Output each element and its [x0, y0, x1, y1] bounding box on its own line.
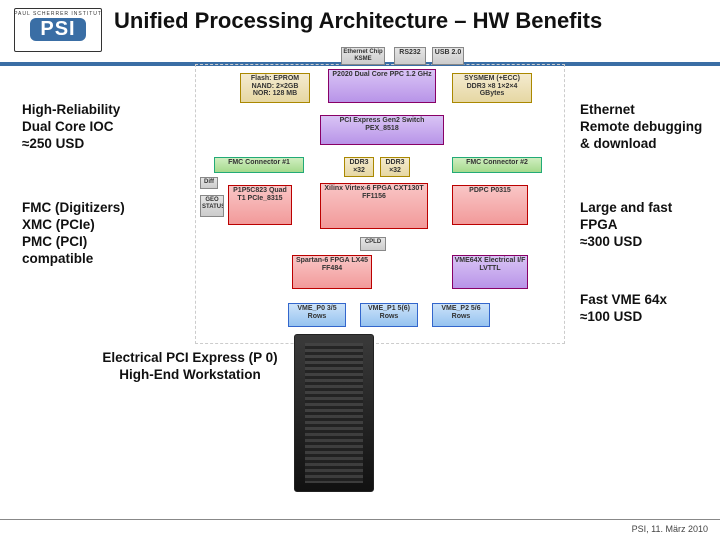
chip-xilinx: Xilinx Virtex-6 FPGA CXT130T FF1156 — [320, 183, 428, 229]
logo-institute: PAUL SCHERRER INSTITUT — [14, 11, 102, 17]
server-rack-image — [294, 334, 374, 492]
chip-p1: VME_P1 5(6) Rows — [360, 303, 418, 327]
psi-logo: PAUL SCHERRER INSTITUT PSI — [14, 8, 102, 52]
footer: PSI, 11. März 2010 — [0, 519, 720, 540]
chip-pipe: P1P5C823 Quad T1 PCIe_8315 — [228, 185, 292, 225]
block-diagram: Flash: EPROM NAND: 2×2GB NOR: 128 MB P20… — [195, 64, 565, 344]
footer-text: PSI, 11. März 2010 — [632, 524, 708, 534]
annot-fpga: Large and fast FPGA ≈300 USD — [580, 200, 720, 251]
chip-s6fpga: Spartan-6 FPGA LX45 FF484 — [292, 255, 372, 289]
chip-flash: Flash: EPROM NAND: 2×2GB NOR: 128 MB — [240, 73, 310, 103]
annot-ioc: High-Reliability Dual Core IOC ≈250 USD — [22, 102, 172, 153]
annot-fmc: FMC (Digitizers) XMC (PCIe) PMC (PCI) co… — [22, 200, 172, 268]
chip-pex: PCI Express Gen2 Switch PEX_8518 — [320, 115, 444, 145]
chip-ddr3b: DDR3 ×32 — [380, 157, 410, 177]
chip-ethswitch: Ethernet Chip KSME — [341, 47, 385, 65]
slide-content: High-Reliability Dual Core IOC ≈250 USD … — [0, 72, 720, 492]
chip-geo: GEO STATUS — [200, 195, 224, 217]
annot-vme: Fast VME 64x ≈100 USD — [580, 292, 720, 326]
chip-vme64x: VME64X Electrical I/F LVTTL — [452, 255, 528, 289]
chip-p2020: P2020 Dual Core PPC 1.2 GHz — [328, 69, 436, 103]
annot-ethernet: Ethernet Remote debugging & download — [580, 102, 720, 153]
chip-fmc2: FMC Connector #2 — [452, 157, 542, 173]
chip-diff: Diff — [200, 177, 218, 189]
chip-cpld: CPLD — [360, 237, 386, 251]
chip-usb: USB 2.0 — [432, 47, 464, 65]
chip-p0: VME_P0 3/5 Rows — [288, 303, 346, 327]
chip-ddr3a: DDR3 ×32 — [344, 157, 374, 177]
chip-p2: VME_P2 5/6 Rows — [432, 303, 490, 327]
chip-pdpc: PDPC P0315 — [452, 185, 528, 225]
chip-fmc1: FMC Connector #1 — [214, 157, 304, 173]
page-title: Unified Processing Architecture – HW Ben… — [114, 8, 602, 33]
chip-sysmem: SYSMEM (+ECC) DDR3 ×8 1×2×4 GBytes — [452, 73, 532, 103]
logo-psi-text: PSI — [30, 18, 85, 41]
annot-workstation: Electrical PCI Express (P 0) High-End Wo… — [90, 350, 290, 384]
chip-rs232: RS232 — [394, 47, 426, 65]
